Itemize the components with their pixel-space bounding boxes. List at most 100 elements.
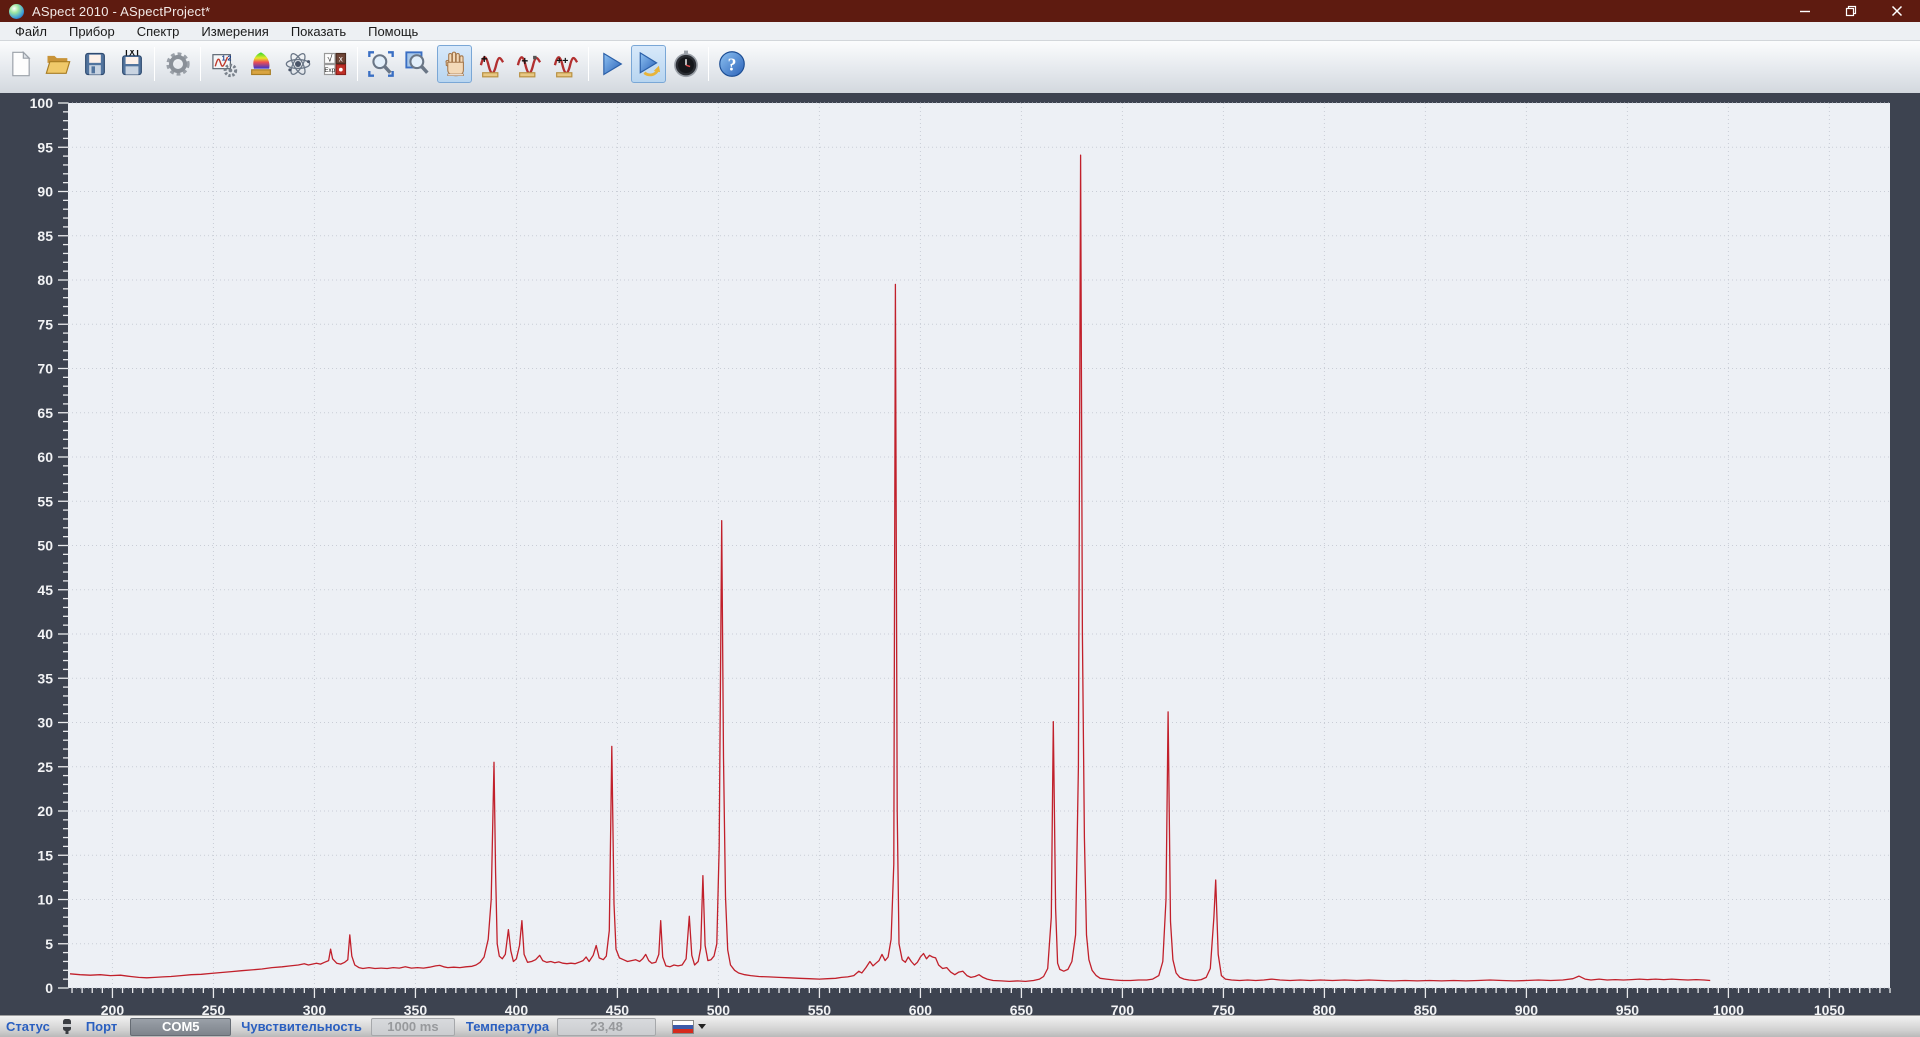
svg-text:550: 550 [808,1002,832,1015]
y-axis-tick-labels: 0510152025303540455055606570758085909510… [30,95,54,996]
svg-text:++: ++ [556,55,568,67]
language-dropdown-arrow[interactable] [698,1024,706,1029]
window-title: ASpect 2010 - ASpectProject* [32,4,210,19]
start-measurement-button[interactable] [594,45,629,83]
menu-bar: ФайлПриборСпектрИзмеренияПоказатьПомощь [0,22,1920,41]
svg-text:1000: 1000 [1713,1002,1744,1015]
svg-text:450: 450 [606,1002,630,1015]
russia-flag-icon[interactable] [672,1020,694,1034]
zoom-selection-button[interactable] [400,45,435,83]
pan-button[interactable] [437,45,472,83]
add-spectrum-double-button[interactable]: ++ [548,45,583,83]
svg-text:+: + [521,55,528,68]
svg-text:1 2: 1 2 [221,56,231,63]
device-status-icon [59,1018,75,1035]
settings-button[interactable] [160,45,195,83]
y-axis-ticks [58,103,68,988]
toolbar-separator [357,47,358,81]
wave-double-plus-icon: ++ [552,50,580,78]
svg-text:25: 25 [37,759,53,775]
atom-icon [284,50,312,78]
svg-text:800: 800 [1313,1002,1337,1015]
save-project-button[interactable] [77,45,112,83]
menu-item-view[interactable]: Показать [280,22,357,40]
add-spectrum-button[interactable]: + [474,45,509,83]
help-button[interactable]: ? [714,45,749,83]
toolbar-separator [588,47,589,81]
integration-timer-button[interactable] [668,45,703,83]
svg-text:10: 10 [37,892,53,908]
open-folder-icon [44,50,72,78]
spectrum-plot[interactable]: 0510152025303540455055606570758085909510… [0,93,1920,1015]
menu-item-help[interactable]: Помощь [357,22,429,40]
svg-text:600: 600 [909,1002,933,1015]
zoom-in-button[interactable] [363,45,398,83]
svg-text:750: 750 [1212,1002,1236,1015]
math-functions-button[interactable]: √xExp [317,45,352,83]
play-icon [598,50,626,78]
app-window: ASpect 2010 - ASpectProject* ФайлПриборС… [0,0,1920,1037]
app-logo-icon [9,4,24,19]
close-icon [1891,5,1903,17]
restore-icon [1845,5,1857,17]
temperature-value-field: 23,48 [557,1018,656,1036]
hand-icon [441,50,469,78]
measurement-setup-button[interactable]: 1 2 [206,45,241,83]
export-txt-icon: TXT [118,50,146,78]
svg-text:85: 85 [37,228,53,244]
open-project-button[interactable] [40,45,75,83]
menu-item-measurements[interactable]: Измерения [190,22,279,40]
svg-text:500: 500 [707,1002,731,1015]
color-diagram-icon [247,50,275,78]
window-controls [1782,0,1920,22]
close-button[interactable] [1874,0,1920,22]
svg-text:95: 95 [37,139,53,155]
add-spectrum-marked-button[interactable]: + [511,45,546,83]
svg-text:90: 90 [37,184,53,200]
menu-item-file[interactable]: Файл [4,22,58,40]
menu-item-spectrum[interactable]: Спектр [126,22,191,40]
svg-text:1050: 1050 [1814,1002,1845,1015]
wave-plus-icon: + [478,50,506,78]
minimize-button[interactable] [1782,0,1828,22]
new-project-button[interactable] [3,45,38,83]
svg-text:?: ? [727,54,736,74]
measurement-chart-icon: 1 2 [210,50,238,78]
port-label: Порт [86,1019,117,1034]
continuous-measurement-button[interactable] [631,45,666,83]
svg-text:45: 45 [37,582,53,598]
svg-text:80: 80 [37,272,53,288]
restore-button[interactable] [1828,0,1874,22]
svg-text:950: 950 [1616,1002,1640,1015]
svg-text:65: 65 [37,405,53,421]
svg-text:20: 20 [37,803,53,819]
temperature-label: Температура [466,1019,549,1034]
sensitivity-value-field: 1000 ms [371,1018,455,1036]
color-diagram-button[interactable] [243,45,278,83]
toolbar: TXT1 2√xExp++++? [0,41,1920,93]
svg-text:55: 55 [37,493,53,509]
svg-text:400: 400 [505,1002,529,1015]
zoom-selection-icon [404,50,432,78]
save-icon [81,50,109,78]
svg-text:60: 60 [37,449,53,465]
svg-text:x: x [338,54,342,63]
svg-text:900: 900 [1515,1002,1539,1015]
export-txt-button[interactable]: TXT [114,45,149,83]
sensitivity-label: Чувствительность [241,1019,362,1034]
toolbar-separator [708,47,709,81]
new-document-icon [7,50,35,78]
x-axis-tick-labels: 2002503003504004505005506006507007508008… [101,1002,1845,1015]
svg-text:40: 40 [37,626,53,642]
stopwatch-icon [672,50,700,78]
element-analysis-button[interactable] [280,45,315,83]
svg-text:650: 650 [1010,1002,1034,1015]
svg-text:70: 70 [37,361,53,377]
svg-text:5: 5 [45,936,53,952]
svg-text:Exp: Exp [324,67,335,74]
zoom-in-icon [367,50,395,78]
svg-text:30: 30 [37,715,53,731]
spectrum-chart[interactable]: 0510152025303540455055606570758085909510… [0,93,1920,1015]
menu-item-device[interactable]: Прибор [58,22,126,40]
toolbar-separator [154,47,155,81]
